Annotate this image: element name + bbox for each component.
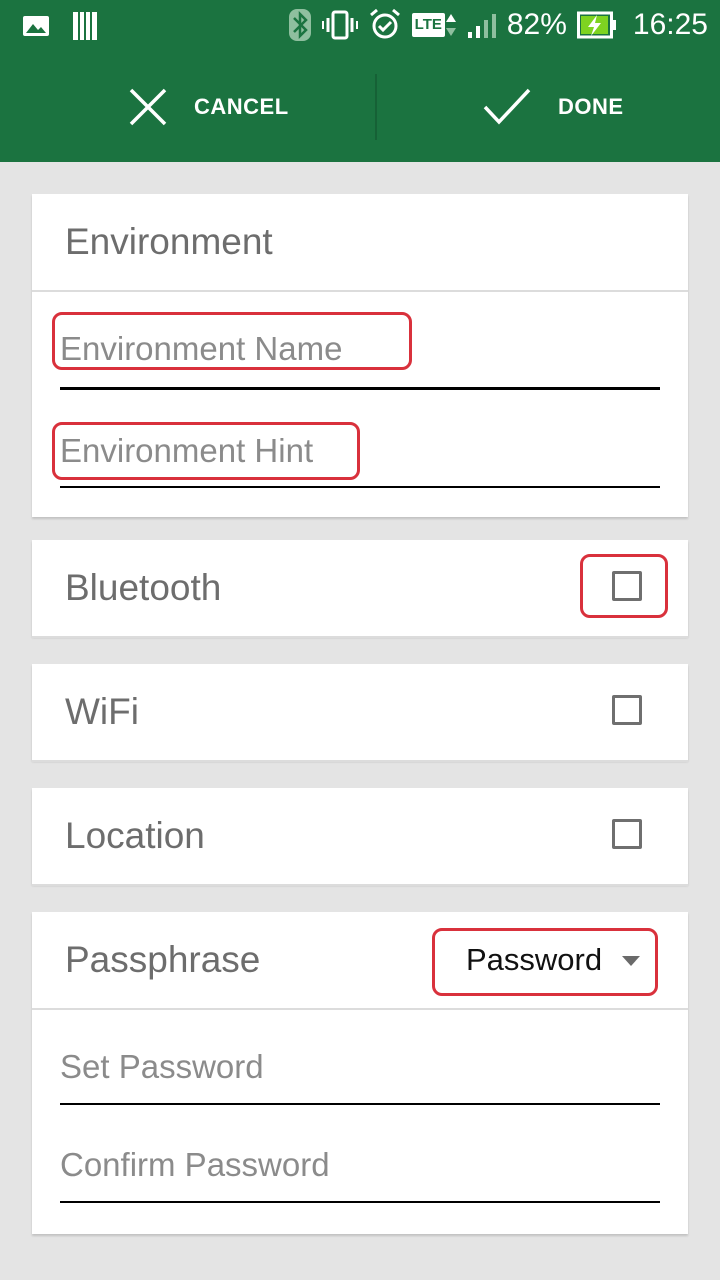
- environment-title: Environment: [65, 221, 273, 262]
- dropdown-arrow-icon: [622, 956, 640, 966]
- environment-card: Environment Environment Name Environment…: [32, 194, 688, 517]
- environment-header: Environment: [32, 194, 688, 292]
- confirm-password-input[interactable]: Confirm Password: [60, 1146, 660, 1206]
- cancel-label: CANCEL: [194, 94, 289, 119]
- environment-name-placeholder: Environment Name: [60, 330, 343, 367]
- bluetooth-card: Bluetooth: [32, 540, 688, 638]
- bluetooth-row: Bluetooth: [32, 540, 688, 638]
- bluetooth-checkbox[interactable]: [612, 571, 642, 601]
- cancel-button[interactable]: CANCEL: [128, 52, 289, 162]
- app-bar: LTE 82% 16:25 CANCEL DONE: [0, 0, 720, 162]
- passphrase-card: Passphrase Password Set Password Confirm…: [32, 912, 688, 1234]
- environment-name-input[interactable]: Environment Name: [52, 312, 660, 392]
- battery-charging-icon: [576, 11, 617, 39]
- dropdown-value: Password: [466, 942, 603, 977]
- image-icon: [22, 14, 50, 38]
- done-button[interactable]: DONE: [482, 52, 624, 162]
- storage-icon: [72, 11, 98, 41]
- passphrase-title: Passphrase: [65, 939, 261, 980]
- bluetooth-icon: [288, 8, 312, 42]
- clock: 16:25: [632, 8, 708, 41]
- wifi-label: WiFi: [65, 691, 139, 732]
- action-bar: CANCEL DONE: [0, 52, 720, 162]
- bluetooth-label: Bluetooth: [65, 567, 222, 608]
- environment-hint-input[interactable]: Environment Hint: [52, 422, 660, 492]
- passphrase-header: Passphrase Password: [32, 912, 688, 1010]
- wifi-checkbox[interactable]: [612, 695, 642, 725]
- location-card: Location: [32, 788, 688, 886]
- signal-icon: [467, 10, 497, 40]
- input-underline: [60, 387, 660, 390]
- vibrate-icon: [321, 10, 358, 40]
- input-underline: [60, 1201, 660, 1203]
- action-divider: [375, 74, 377, 140]
- confirm-password-placeholder: Confirm Password: [60, 1146, 330, 1183]
- wifi-card: WiFi: [32, 664, 688, 762]
- input-underline: [60, 486, 660, 488]
- battery-percent: 82%: [506, 8, 567, 41]
- wifi-row: WiFi: [32, 664, 688, 762]
- passphrase-type-dropdown[interactable]: Password: [432, 928, 658, 996]
- location-row: Location: [32, 788, 688, 886]
- status-bar: LTE 82% 16:25: [0, 0, 720, 50]
- location-checkbox[interactable]: [612, 819, 642, 849]
- location-label: Location: [65, 815, 205, 856]
- lte-icon: LTE: [411, 11, 457, 39]
- set-password-input[interactable]: Set Password: [60, 1048, 660, 1108]
- done-label: DONE: [558, 94, 624, 119]
- environment-hint-placeholder: Environment Hint: [60, 432, 314, 469]
- set-password-placeholder: Set Password: [60, 1048, 264, 1085]
- check-icon: [483, 88, 531, 125]
- alarm-icon: [368, 8, 402, 42]
- input-underline: [60, 1103, 660, 1105]
- close-icon: [129, 88, 167, 126]
